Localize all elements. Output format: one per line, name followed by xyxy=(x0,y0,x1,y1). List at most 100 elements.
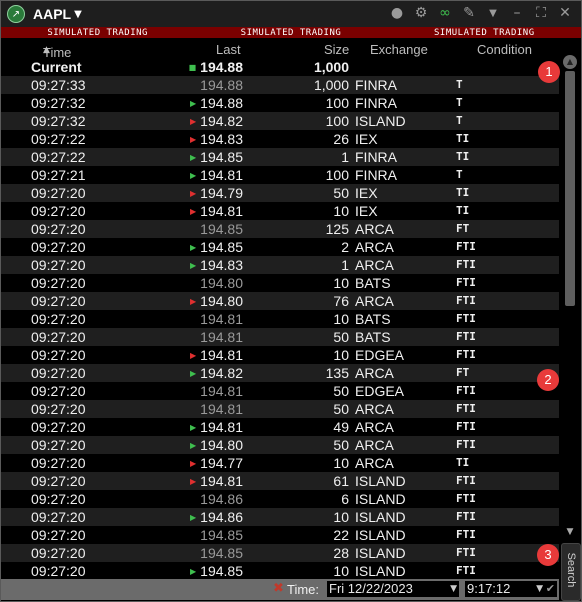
table-row[interactable]: 09:27:20 194.81 50 ARCA FTI xyxy=(1,400,559,418)
exchange-cell: IEX xyxy=(355,131,378,147)
table-row[interactable]: 09:27:20 ▶ 194.79 50 IEX TI xyxy=(1,184,559,202)
table-row[interactable]: 09:27:20 194.85 125 ARCA FT xyxy=(1,220,559,238)
table-row[interactable]: 09:27:20 ▶ 194.80 76 ARCA FTI xyxy=(1,292,559,310)
scroll-thumb[interactable] xyxy=(565,71,575,306)
table-row[interactable]: 09:27:22 ▶ 194.83 26 IEX TI xyxy=(1,130,559,148)
table-row[interactable]: 09:27:20 ▶ 194.81 49 ARCA FTI xyxy=(1,418,559,436)
gear-icon[interactable]: ⚙ xyxy=(413,5,429,21)
caret-down-icon[interactable]: ▼ xyxy=(485,8,501,19)
table-row[interactable]: 09:27:20 ▶ 194.77 10 ARCA TI xyxy=(1,454,559,472)
apply-check-icon[interactable]: ✔ xyxy=(546,581,555,597)
table-row[interactable]: 09:27:20 ▶ 194.81 61 ISLAND FTI xyxy=(1,472,559,490)
vertical-scrollbar[interactable]: ▲ ▼ xyxy=(563,55,577,541)
table-row[interactable]: 09:27:33 194.88 1,000 FINRA T xyxy=(1,76,559,94)
link-icon[interactable]: ∞ xyxy=(437,5,453,21)
search-tab-label: Search xyxy=(565,552,577,588)
maximize-icon[interactable]: ⛶ xyxy=(533,5,549,21)
symbol-dropdown-icon[interactable]: ▼ xyxy=(74,9,82,20)
table-row[interactable]: 09:27:32 ▶ 194.82 100 ISLAND T xyxy=(1,112,559,130)
exchange-cell: BATS xyxy=(355,329,391,345)
condition-cell: FTI xyxy=(456,330,476,343)
column-condition[interactable]: Condition xyxy=(477,42,532,57)
size-cell: 50 xyxy=(333,401,349,417)
size-cell: 50 xyxy=(333,437,349,453)
chevron-down-icon[interactable]: ▼ xyxy=(536,581,543,597)
condition-cell: FTI xyxy=(456,564,476,577)
condition-cell: TI xyxy=(456,186,470,199)
tick-up-icon: ▶ xyxy=(190,567,197,576)
exchange-cell: BATS xyxy=(355,311,391,327)
table-row[interactable]: 09:27:20 ▶ 194.85 2 ARCA FTI xyxy=(1,238,559,256)
condition-cell: FTI xyxy=(456,492,476,505)
current-row[interactable]: Current ■ 194.88 1,000 xyxy=(1,58,559,76)
exchange-cell: ISLAND xyxy=(355,491,406,507)
size-cell: 1 xyxy=(341,257,349,273)
symbol-label[interactable]: AAPL xyxy=(33,6,71,22)
time-input[interactable]: 9:17:12 ▼ ✔ xyxy=(465,581,557,597)
callout-badge-3: 3 xyxy=(537,544,559,566)
table-row[interactable]: 09:27:20 194.81 50 BATS FTI xyxy=(1,328,559,346)
last-cell: 194.81 xyxy=(200,383,243,399)
condition-cell: T xyxy=(456,78,463,91)
column-last[interactable]: Last xyxy=(216,42,241,57)
size-cell: 50 xyxy=(333,383,349,399)
exchange-cell: ISLAND xyxy=(355,527,406,543)
callout-badge-1: 1 xyxy=(538,61,560,83)
time-cell: 09:27:20 xyxy=(31,491,86,507)
table-row[interactable]: 09:27:20 ▶ 194.86 10 ISLAND FTI xyxy=(1,508,559,526)
time-cell: 09:27:33 xyxy=(31,77,86,93)
table-row[interactable]: 09:27:22 ▶ 194.85 1 FINRA TI xyxy=(1,148,559,166)
condition-cell: T xyxy=(456,96,463,109)
tick-down-icon: ▶ xyxy=(190,189,197,198)
tick-up-icon: ▶ xyxy=(190,153,197,162)
condition-cell: TI xyxy=(456,150,470,163)
exchange-cell: ARCA xyxy=(355,419,394,435)
exchange-cell: ARCA xyxy=(355,455,394,471)
close-icon[interactable]: ✕ xyxy=(557,5,573,21)
scroll-down-icon[interactable]: ▼ xyxy=(563,525,577,539)
table-row[interactable]: 09:27:21 ▶ 194.81 100 FINRA T xyxy=(1,166,559,184)
size-cell: 61 xyxy=(333,473,349,489)
pin-icon[interactable]: ✎ xyxy=(461,5,477,21)
table-row[interactable]: 09:27:32 ▶ 194.88 100 FINRA T xyxy=(1,94,559,112)
minimize-icon[interactable]: – xyxy=(509,5,525,21)
column-exchange[interactable]: Exchange xyxy=(370,42,428,57)
table-row[interactable]: 09:27:20 194.85 28 ISLAND FTI xyxy=(1,544,559,562)
time-cell: 09:27:32 xyxy=(31,95,86,111)
table-row[interactable]: 09:27:20 ▶ 194.82 135 ARCA FT xyxy=(1,364,559,382)
condition-cell: FTI xyxy=(456,510,476,523)
chat-icon[interactable]: ● xyxy=(389,5,405,21)
time-cell: 09:27:20 xyxy=(31,311,86,327)
time-cell: 09:27:20 xyxy=(31,275,86,291)
last-cell: ▶ 194.85 xyxy=(190,563,243,579)
tws-logo-icon[interactable]: ↗ xyxy=(7,5,25,23)
exchange-cell: EDGEA xyxy=(355,347,405,363)
table-row[interactable]: 09:27:20 194.86 6 ISLAND FTI xyxy=(1,490,559,508)
tick-down-icon: ▶ xyxy=(190,207,197,216)
size-cell: 135 xyxy=(325,365,349,381)
column-size[interactable]: Size xyxy=(324,42,349,57)
table-row[interactable]: 09:27:20 194.81 50 EDGEA FTI xyxy=(1,382,559,400)
exchange-cell: ISLAND xyxy=(355,563,406,579)
table-row[interactable]: 09:27:20 194.81 10 BATS FTI xyxy=(1,310,559,328)
last-cell: 194.81 xyxy=(200,401,243,417)
table-row[interactable]: 09:27:20 ▶ 194.81 10 EDGEA FTI xyxy=(1,346,559,364)
scroll-up-icon[interactable]: ▲ xyxy=(563,55,577,69)
date-select[interactable]: Fri 12/22/2023 ▼ xyxy=(327,581,459,597)
table-row[interactable]: 09:27:20 194.85 22 ISLAND FTI xyxy=(1,526,559,544)
clear-time-icon[interactable]: ✖ xyxy=(273,581,284,596)
window-controls: ● ⚙ ∞ ✎ ▼ – ⛶ ✕ xyxy=(389,5,573,21)
search-tab[interactable]: Search xyxy=(561,543,581,601)
exchange-cell: IEX xyxy=(355,203,378,219)
size-cell: 1,000 xyxy=(313,77,349,93)
table-row[interactable]: 09:27:20 ▶ 194.85 10 ISLAND FTI xyxy=(1,562,559,580)
current-last-cell: ■ 194.88 xyxy=(188,59,243,75)
table-row[interactable]: 09:27:20 ▶ 194.81 10 IEX TI xyxy=(1,202,559,220)
table-row[interactable]: 09:27:20 ▶ 194.80 50 ARCA FTI xyxy=(1,436,559,454)
table-row[interactable]: 09:27:20 194.80 10 BATS FTI xyxy=(1,274,559,292)
chevron-down-icon[interactable]: ▼ xyxy=(450,581,457,597)
table-row[interactable]: 09:27:20 ▶ 194.83 1 ARCA FTI xyxy=(1,256,559,274)
current-label: Current xyxy=(31,59,82,75)
date-value: Fri 12/22/2023 xyxy=(329,581,413,596)
last-cell: 194.85 xyxy=(200,527,243,543)
